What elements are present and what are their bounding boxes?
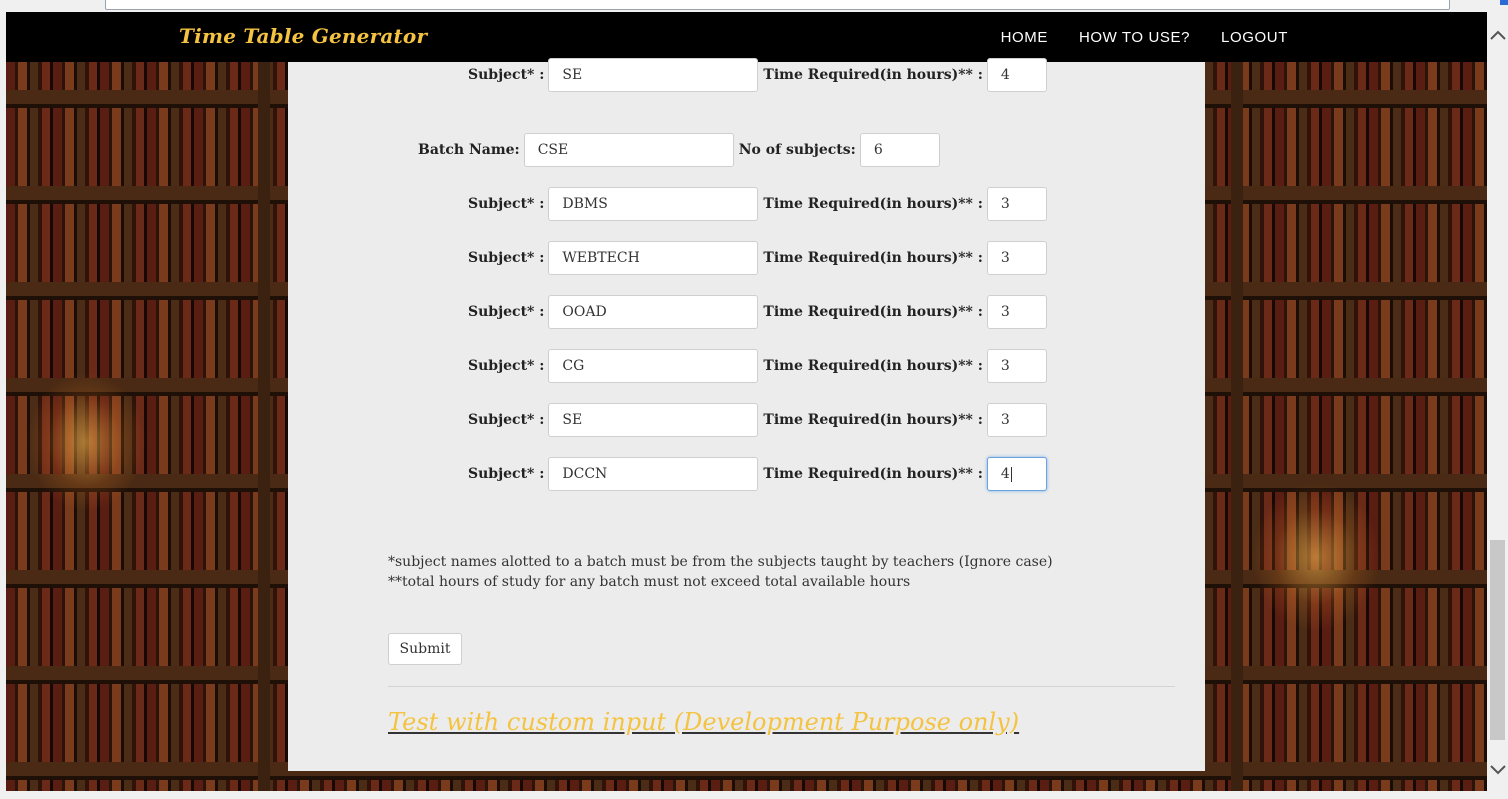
scroll-up-arrow-icon[interactable] — [1487, 22, 1508, 48]
subject-row: Subject* : DBMS Time Required(in hours)*… — [468, 187, 1047, 221]
hours-input[interactable]: 3 — [986, 187, 1047, 221]
hours-input[interactable]: 3 — [986, 295, 1047, 329]
nav-home[interactable]: HOME — [1001, 29, 1048, 46]
subject-row: Subject* : WEBTECH Time Required(in hour… — [468, 241, 1047, 275]
subject-input[interactable]: CG — [548, 349, 759, 383]
note-total-hours: **total hours of study for any batch mus… — [388, 574, 911, 590]
hours-label: Time Required(in hours)** : — [763, 304, 983, 320]
nav-logout[interactable]: LOGOUT — [1221, 29, 1288, 46]
hours-label: Time Required(in hours)** : — [763, 250, 983, 266]
candle-glow-left — [26, 372, 146, 512]
subject-input[interactable]: SE — [548, 403, 759, 437]
divider — [388, 686, 1175, 687]
subject-label: Subject* : — [468, 250, 545, 266]
hours-input[interactable]: 3 — [986, 349, 1047, 383]
hours-label: Time Required(in hours)** : — [763, 67, 983, 83]
subject-row: Subject* : OOAD Time Required(in hours)*… — [468, 295, 1047, 329]
submit-button[interactable]: Submit — [388, 633, 462, 665]
hours-input[interactable]: 4 — [986, 58, 1047, 92]
subject-input[interactable]: DBMS — [548, 187, 759, 221]
candle-glow-right — [1251, 482, 1381, 632]
subject-row: Subject* : DCCN Time Required(in hours)*… — [468, 457, 1047, 491]
browser-chrome-bottom — [0, 791, 1508, 799]
subject-label: Subject* : — [468, 466, 545, 482]
subject-row: Subject* : CG Time Required(in hours)** … — [468, 349, 1047, 383]
form-notes: *subject names alotted to a batch must b… — [388, 552, 1053, 592]
hours-label: Time Required(in hours)** : — [763, 196, 983, 212]
batch-row: Batch Name: CSE No of subjects: 6 — [418, 133, 940, 167]
custom-input-link[interactable]: Test with custom input (Development Purp… — [388, 708, 1019, 736]
prev-subject-row: Subject* : SE Time Required(in hours)** … — [468, 58, 1047, 92]
hours-input[interactable]: 3 — [986, 403, 1047, 437]
subject-row: Subject* : SE Time Required(in hours)** … — [468, 403, 1047, 437]
vertical-scrollbar[interactable] — [1487, 12, 1508, 791]
hours-label: Time Required(in hours)** : — [763, 358, 983, 374]
hours-label: Time Required(in hours)** : — [763, 466, 983, 482]
hours-input-focused[interactable]: 4 — [986, 457, 1047, 491]
subject-input[interactable]: OOAD — [548, 295, 759, 329]
window-accent — [1500, 0, 1508, 5]
subject-input[interactable]: WEBTECH — [548, 241, 759, 275]
scroll-thumb[interactable] — [1490, 540, 1505, 740]
subject-label: Subject* : — [468, 358, 545, 374]
shelf-post-right — [1231, 62, 1243, 791]
subject-label: Subject* : — [468, 196, 545, 212]
hours-label: Time Required(in hours)** : — [763, 412, 983, 428]
shelf-post-left — [258, 62, 270, 791]
scroll-down-arrow-icon[interactable] — [1487, 757, 1508, 783]
address-bar[interactable] — [105, 0, 1450, 10]
nav-how-to-use[interactable]: HOW TO USE? — [1079, 29, 1190, 46]
num-subjects-input[interactable]: 6 — [859, 133, 940, 167]
subject-label: Subject* : — [468, 412, 545, 428]
browser-chrome-top — [0, 0, 1508, 12]
subject-input[interactable]: DCCN — [548, 457, 759, 491]
note-subject-names: *subject names alotted to a batch must b… — [388, 554, 1053, 570]
batch-name-input[interactable]: CSE — [523, 133, 734, 167]
num-subjects-label: No of subjects: — [738, 142, 856, 158]
brand-title[interactable]: Time Table Generator — [179, 24, 427, 48]
subject-label: Subject* : — [468, 304, 545, 320]
form-panel: Subject* : SE Time Required(in hours)** … — [288, 58, 1205, 771]
hours-input[interactable]: 3 — [986, 241, 1047, 275]
batch-name-label: Batch Name: — [418, 142, 520, 158]
nav-links: HOME HOW TO USE? LOGOUT — [970, 12, 1487, 62]
navbar: Time Table Generator HOME HOW TO USE? LO… — [6, 12, 1487, 62]
hours-value: 4 — [1000, 466, 1010, 482]
text-caret — [1010, 466, 1012, 482]
subject-input[interactable]: SE — [548, 58, 759, 92]
subject-label: Subject* : — [468, 67, 545, 83]
